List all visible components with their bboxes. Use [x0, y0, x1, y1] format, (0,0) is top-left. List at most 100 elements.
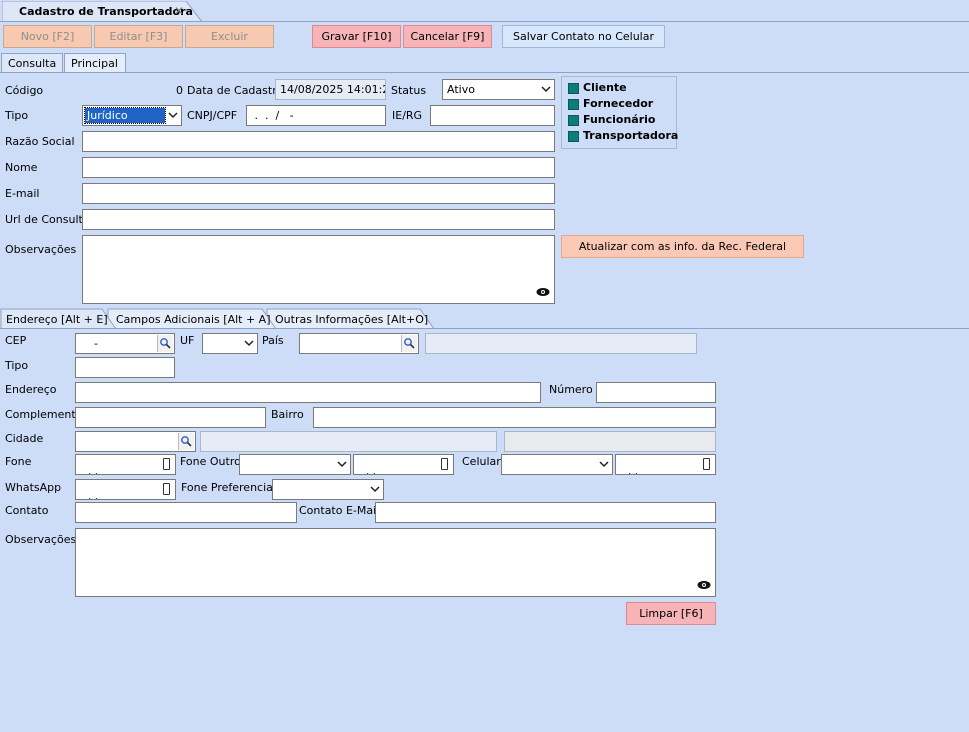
novo-button[interactable]: Novo [F2]: [3, 25, 92, 48]
whatsapp-field[interactable]: ( ) -: [75, 479, 176, 500]
tab-consulta[interactable]: Consulta: [1, 53, 63, 73]
pais-label: País: [262, 334, 284, 347]
complemento-label: Complemento: [5, 408, 83, 421]
endereco-field[interactable]: [75, 382, 541, 403]
celular-select[interactable]: [501, 454, 613, 475]
window-tab-underline: [0, 21, 969, 22]
tipo-select[interactable]: Jurídico: [82, 105, 182, 126]
status-label: Status: [391, 84, 427, 97]
search-icon[interactable]: [157, 335, 173, 352]
sub-tab-line: [0, 328, 969, 329]
data-cadastro-field: 14/08/2025 14:01:27: [275, 79, 386, 100]
search-icon[interactable]: [178, 433, 194, 450]
eye-icon[interactable]: [697, 580, 711, 593]
tipo-endereco-field[interactable]: [75, 357, 175, 378]
celular-value: ( ) -: [627, 471, 661, 474]
tipo-endereco-label: Tipo: [5, 359, 29, 372]
uf-label: UF: [180, 334, 195, 347]
atualizar-receita-button[interactable]: Atualizar com as info. da Rec. Federal: [561, 235, 804, 258]
chevron-down-icon: [244, 338, 254, 348]
fornecedor-checkbox[interactable]: [568, 99, 579, 110]
url-field[interactable]: [82, 209, 555, 230]
chevron-down-icon: [337, 459, 347, 469]
tipo-label: Tipo: [5, 109, 29, 122]
tab-consulta-label: Consulta: [8, 57, 57, 70]
chevron-down-icon: [599, 459, 609, 469]
close-icon[interactable]: ✕: [174, 4, 184, 18]
cep-label: CEP: [5, 334, 27, 347]
tab-principal[interactable]: Principal: [64, 53, 126, 73]
ie-field[interactable]: [430, 105, 555, 126]
funcionario-label: Funcionário: [583, 113, 656, 126]
tab-principal-label: Principal: [71, 57, 118, 70]
transportadora-checkbox[interactable]: [568, 131, 579, 142]
numero-label: Número: [549, 383, 593, 396]
tab-endereco[interactable]: Endereço [Alt + E]: [6, 313, 108, 326]
obs-label: Observações: [5, 243, 77, 256]
cnpj-field[interactable]: . . / -: [246, 105, 386, 126]
address-obs-textarea[interactable]: [75, 528, 716, 597]
phone-mask-icon: [163, 458, 170, 470]
fone-label: Fone: [5, 455, 32, 468]
chevron-down-icon: [168, 110, 178, 120]
chevron-down-icon: [370, 484, 380, 494]
editar-button[interactable]: Editar [F3]: [94, 25, 183, 48]
pais-description-field: [425, 333, 697, 354]
cancelar-button[interactable]: Cancelar [F9]: [403, 25, 492, 48]
eye-icon[interactable]: [536, 287, 550, 300]
codigo-label: Código: [5, 84, 44, 97]
razao-field[interactable]: [82, 131, 555, 152]
codigo-value: 0: [176, 84, 183, 97]
cliente-checkbox[interactable]: [568, 83, 579, 94]
tab-campos-adicionais[interactable]: Campos Adicionais [Alt + A]: [116, 313, 271, 326]
cidade-label: Cidade: [5, 432, 44, 445]
endereco-label: Endereço: [5, 383, 57, 396]
fone-outro-value: ( ) -: [365, 471, 399, 474]
contato-field[interactable]: [75, 502, 297, 523]
fone-outro-label: Fone Outro: [180, 455, 241, 468]
cep-field[interactable]: -: [75, 333, 175, 354]
tab-outras-informacoes[interactable]: Outras Informações [Alt+O]: [275, 313, 428, 326]
window-title: Cadastro de Transportadora: [19, 5, 193, 18]
salvar-contato-button[interactable]: Salvar Contato no Celular: [502, 25, 665, 48]
fone-pref-label: Fone Preferencial: [181, 481, 276, 494]
excluir-button[interactable]: Excluir: [185, 25, 274, 48]
celular-field[interactable]: ( ) -: [615, 454, 716, 475]
fone-value: ( ) -: [87, 471, 121, 474]
window-tab[interactable]: Cadastro de Transportadora ✕: [2, 1, 202, 22]
whatsapp-label: WhatsApp: [5, 481, 62, 494]
search-icon[interactable]: [401, 335, 417, 352]
funcionario-checkbox[interactable]: [568, 115, 579, 126]
obs-textarea[interactable]: [82, 235, 555, 304]
cnpj-label: CNPJ/CPF: [187, 109, 238, 122]
nome-label: Nome: [5, 161, 38, 174]
status-select[interactable]: Ativo: [442, 79, 555, 100]
phone-mask-icon: [163, 483, 170, 495]
complemento-field[interactable]: [75, 407, 266, 428]
contato-label: Contato: [5, 504, 49, 517]
sub-tabs: Endereço [Alt + E] Campos Adicionais [Al…: [0, 308, 969, 329]
fornecedor-label: Fornecedor: [583, 97, 654, 110]
uf-select[interactable]: [202, 333, 258, 354]
top-tab-line: [0, 72, 969, 73]
numero-field[interactable]: [596, 382, 716, 403]
address-obs-label: Observações: [5, 533, 77, 546]
gravar-button[interactable]: Gravar [F10]: [312, 25, 401, 48]
fone-outro-select[interactable]: [239, 454, 351, 475]
contato-email-field[interactable]: [375, 502, 716, 523]
limpar-button[interactable]: Limpar [F6]: [626, 602, 716, 625]
razao-label: Razão Social: [5, 135, 75, 148]
fone-field[interactable]: ( ) -: [75, 454, 176, 475]
fone-outro-field[interactable]: ( ) -: [353, 454, 454, 475]
ie-label: IE/RG: [392, 109, 423, 122]
nome-field[interactable]: [82, 157, 555, 178]
cidade-field[interactable]: [75, 431, 196, 452]
cliente-label: Cliente: [583, 81, 627, 94]
email-field[interactable]: [82, 183, 555, 204]
fone-pref-select[interactable]: [272, 479, 384, 500]
bairro-field[interactable]: [313, 407, 716, 428]
cep-value: -: [94, 337, 98, 350]
cidade-extra-field: [504, 431, 716, 452]
pais-field[interactable]: [299, 333, 419, 354]
transportadora-label: Transportadora: [583, 129, 679, 142]
